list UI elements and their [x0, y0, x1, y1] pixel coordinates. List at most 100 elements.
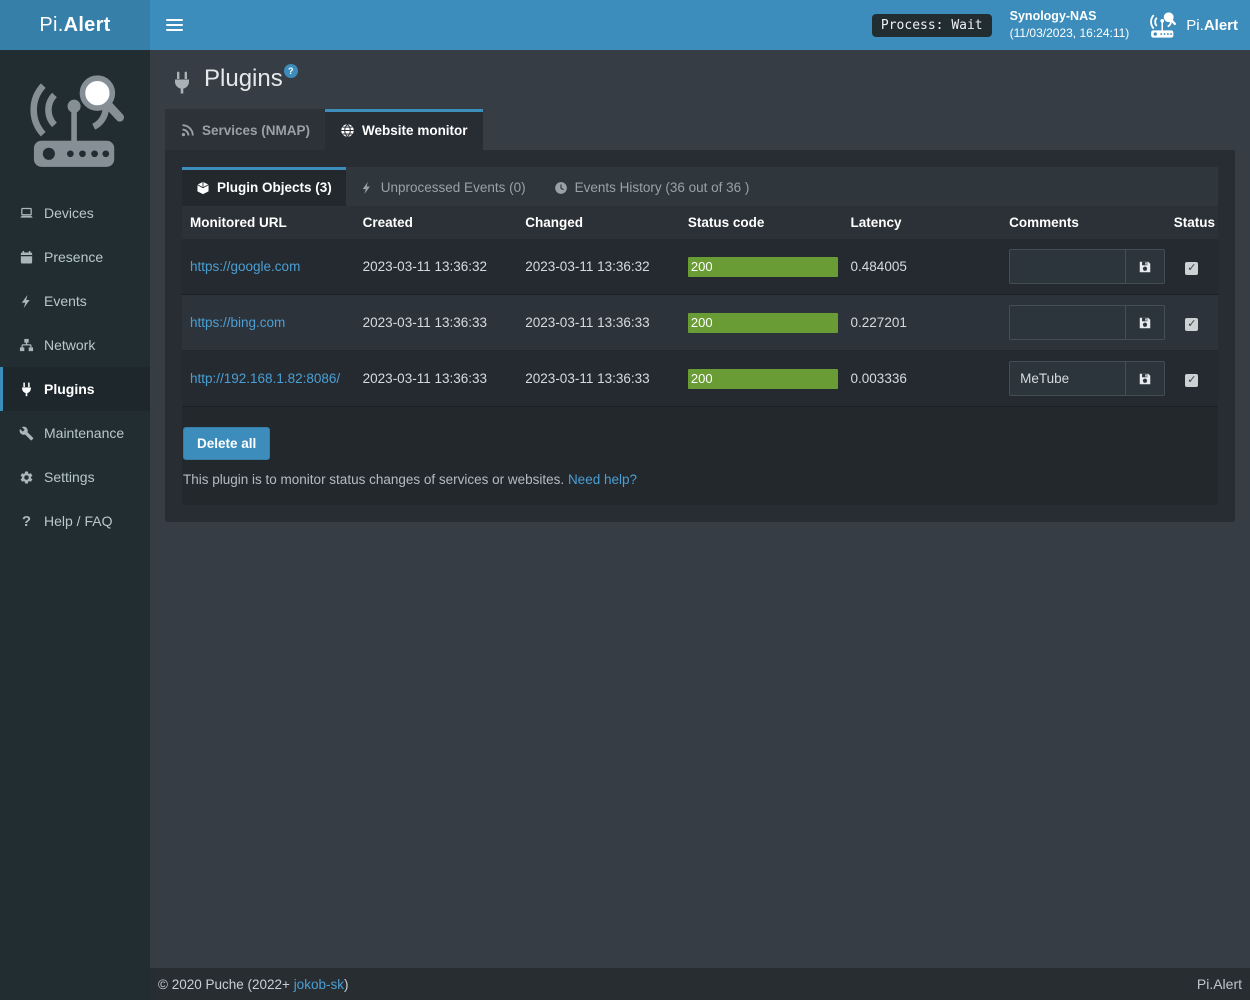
question-icon: ? [18, 513, 35, 530]
jokob-sk-link[interactable]: jokob-sk [294, 977, 344, 992]
sidebar-item-network[interactable]: Network [0, 323, 150, 367]
col-status-code: Status code [680, 206, 843, 239]
sidebar-item-label: Maintenance [44, 425, 124, 441]
page-header: Plugins? [165, 50, 1235, 109]
comment-input[interactable] [1010, 362, 1125, 395]
need-help-link[interactable]: Need help? [568, 472, 637, 487]
latency-cell: 0.003336 [843, 351, 1002, 407]
host-name: Synology-NAS [1010, 8, 1130, 25]
status-checkbox[interactable]: ✓ [1185, 318, 1198, 331]
table-row: https://google.com 2023-03-11 13:36:32 2… [182, 239, 1218, 295]
sidebar-item-label: Presence [44, 249, 103, 265]
header-brand[interactable]: Pi.Alert [1147, 10, 1238, 41]
changed-cell: 2023-03-11 13:36:32 [517, 239, 680, 295]
sidebar-item-settings[interactable]: Settings [0, 455, 150, 499]
sidebar: Devices Presence Events Network Plugins … [0, 50, 150, 1000]
help-badge[interactable]: ? [284, 64, 298, 78]
latency-cell: 0.227201 [843, 295, 1002, 351]
save-comment-button[interactable] [1125, 306, 1164, 339]
sidebar-item-label: Events [44, 293, 87, 309]
status-checkbox[interactable]: ✓ [1185, 262, 1198, 275]
plug-icon [170, 71, 194, 95]
tab-unprocessed-events[interactable]: Unprocessed Events (0) [346, 167, 540, 206]
delete-all-button[interactable]: Delete all [183, 427, 270, 460]
monitored-url-link[interactable]: https://bing.com [190, 315, 285, 330]
process-status-badge: Process: Wait [872, 14, 992, 37]
floppy-icon [1138, 260, 1152, 274]
status-checkbox[interactable]: ✓ [1185, 374, 1198, 387]
created-cell: 2023-03-11 13:36:32 [355, 239, 518, 295]
main-footer: © 2020 Puche (2022+ jokob-sk) Pi.Alert [150, 968, 1250, 1000]
footer-brand: Pi.Alert [1197, 976, 1242, 992]
comment-input[interactable] [1010, 250, 1125, 283]
monitored-url-link[interactable]: http://192.168.1.82:8086/ [190, 371, 340, 386]
plugin-tabs: Services (NMAP) Website monitor [165, 109, 1235, 150]
sidebar-item-label: Settings [44, 469, 95, 485]
status-code-bar: 200 [688, 313, 838, 333]
created-cell: 2023-03-11 13:36:33 [355, 295, 518, 351]
top-navbar: Process: Wait Synology-NAS (11/03/2023, … [150, 0, 1250, 50]
sidebar-item-maintenance[interactable]: Maintenance [0, 411, 150, 455]
calendar-icon [18, 250, 35, 265]
changed-cell: 2023-03-11 13:36:33 [517, 295, 680, 351]
sidebar-item-label: Devices [44, 205, 94, 221]
created-cell: 2023-03-11 13:36:33 [355, 351, 518, 407]
sidebar-item-label: Network [44, 337, 95, 353]
changed-cell: 2023-03-11 13:36:33 [517, 351, 680, 407]
table-row: http://192.168.1.82:8086/ 2023-03-11 13:… [182, 351, 1218, 407]
plug-icon [18, 382, 35, 397]
plugin-objects-content: Monitored URL Created Changed Status cod… [182, 206, 1218, 505]
tab-plugin-objects[interactable]: Plugin Objects (3) [182, 167, 346, 206]
copyright-text: © 2020 Puche (2022+ jokob-sk) [158, 977, 348, 992]
col-comments: Comments [1001, 206, 1166, 239]
save-comment-button[interactable] [1125, 250, 1164, 283]
status-code-bar: 200 [688, 369, 838, 389]
col-status: Status [1166, 206, 1218, 239]
comment-input-group [1009, 305, 1165, 340]
wrench-icon [18, 426, 35, 441]
sidebar-item-help[interactable]: ? Help / FAQ [0, 499, 150, 543]
clock-icon [554, 181, 568, 195]
sidebar-item-events[interactable]: Events [0, 279, 150, 323]
monitored-url-link[interactable]: https://google.com [190, 259, 300, 274]
tab-events-history[interactable]: Events History (36 out of 36 ) [540, 167, 764, 206]
website-monitor-panel: Plugin Objects (3) Unprocessed Events (0… [165, 150, 1235, 522]
globe-icon [340, 123, 355, 138]
laptop-icon [18, 206, 35, 221]
app-logo-text: Pi.Alert [39, 14, 110, 37]
comment-input[interactable] [1010, 306, 1125, 339]
app-logo[interactable]: Pi.Alert [0, 0, 150, 50]
sidebar-item-presence[interactable]: Presence [0, 235, 150, 279]
signal-icon [180, 123, 195, 138]
col-created: Created [355, 206, 518, 239]
monitored-urls-table: Monitored URL Created Changed Status cod… [182, 206, 1218, 407]
table-row: https://bing.com 2023-03-11 13:36:33 202… [182, 295, 1218, 351]
latency-cell: 0.484005 [843, 239, 1002, 295]
sidebar-item-label: Help / FAQ [44, 513, 112, 529]
sidebar-item-label: Plugins [44, 381, 95, 397]
table-header-row: Monitored URL Created Changed Status cod… [182, 206, 1218, 239]
bolt-icon [360, 181, 374, 195]
gear-icon [18, 470, 35, 485]
page-title: Plugins? [204, 66, 298, 92]
plugin-subtabs: Plugin Objects (3) Unprocessed Events (0… [182, 167, 1218, 206]
bolt-icon [18, 294, 35, 309]
floppy-icon [1138, 316, 1152, 330]
hamburger-icon[interactable] [150, 0, 199, 50]
sidebar-item-plugins[interactable]: Plugins [0, 367, 150, 411]
cube-icon [196, 181, 210, 195]
navbar-right: Process: Wait Synology-NAS (11/03/2023, … [872, 8, 1250, 41]
sidebar-menu: Devices Presence Events Network Plugins … [0, 191, 150, 543]
save-comment-button[interactable] [1125, 362, 1164, 395]
router-search-icon [1147, 10, 1178, 41]
tab-website-monitor[interactable]: Website monitor [325, 109, 483, 150]
col-changed: Changed [517, 206, 680, 239]
status-code-bar: 200 [688, 257, 838, 277]
floppy-icon [1138, 372, 1152, 386]
tab-services-nmap[interactable]: Services (NMAP) [165, 109, 325, 150]
header-brand-name: Pi.Alert [1186, 17, 1238, 34]
host-info: Synology-NAS (11/03/2023, 16:24:11) [1010, 8, 1130, 41]
sidebar-item-devices[interactable]: Devices [0, 191, 150, 235]
sitemap-icon [18, 338, 35, 353]
col-latency: Latency [843, 206, 1002, 239]
